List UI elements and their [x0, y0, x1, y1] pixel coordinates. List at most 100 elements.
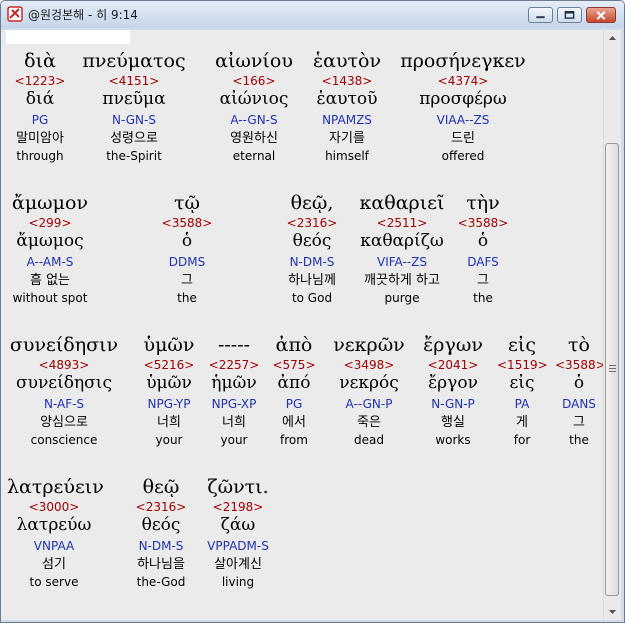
word-token[interactable]: τῷ <3588> ὁ DDMS 그 the	[145, 192, 229, 308]
token-english: the	[473, 291, 493, 305]
word-token[interactable]: ζῶντι. <2198> ζάω VPPADM-S 살아계신 living	[201, 476, 275, 592]
token-greek: ἀπὸ	[275, 334, 313, 356]
word-token[interactable]: συνείδησιν <4893> συνείδησις N-AF-S 양심으로 cons…	[7, 334, 121, 450]
token-strong: <4374>	[437, 74, 489, 88]
word-token[interactable]: ἄμωμον <299> ἄμωμος A--AM-S 흠 없는 without spot	[7, 192, 93, 308]
token-english: the-God	[136, 575, 186, 589]
maximize-icon	[564, 10, 575, 19]
close-icon	[596, 11, 606, 20]
token-english: the	[177, 291, 197, 305]
token-english: himself	[325, 149, 369, 163]
token-greek: καθαριεῖ	[359, 192, 445, 214]
token-strong: <1519>	[497, 358, 548, 372]
word-token[interactable]: ἔργων <2041> ἔργον N-GN-P 행실 works	[415, 334, 491, 450]
word-token[interactable]: ----- <2257> ἡμῶν NPG-XP 너희 your	[205, 334, 263, 450]
word-token[interactable]: θεῷ <2316> θεός N-DM-S 하나님을 the-God	[131, 476, 191, 592]
maximize-button[interactable]	[557, 7, 582, 23]
token-greek: τῷ	[173, 192, 200, 214]
grip-line	[609, 371, 616, 372]
reference-input-box[interactable]	[6, 30, 130, 44]
token-greek: ἑαυτὸν	[312, 50, 382, 72]
token-greek: τὴν	[466, 192, 500, 214]
token-korean: 살아계신	[214, 557, 262, 572]
grip-line	[609, 365, 616, 366]
token-greek: διὰ	[24, 50, 56, 72]
token-korean: 게	[516, 415, 528, 430]
close-button[interactable]	[586, 7, 616, 23]
word-token[interactable]: θεῷ, <2316> θεός N-DM-S 하나님께 to God	[275, 192, 349, 308]
token-lemma: διά	[25, 89, 55, 109]
token-korean: 너희	[222, 415, 246, 430]
token-greek: ὑμῶν	[143, 334, 195, 356]
token-lemma: ἄμωμος	[16, 231, 84, 251]
token-strong: <575>	[272, 358, 316, 372]
word-token[interactable]: εἰς <1519> εἰς PA 게 for	[497, 334, 548, 450]
word-token[interactable]: διὰ <1223> διά PG 말미암아 through	[7, 50, 73, 166]
token-parse: N-AF-S	[43, 397, 85, 411]
token-english: to serve	[29, 575, 79, 589]
vertical-scrollbar[interactable]	[603, 30, 621, 620]
word-token[interactable]: καθαριεῖ <2511> καθαρίζω VIFA--ZS 깨끗하게 하고 pur…	[351, 192, 453, 308]
token-strong: <3588>	[457, 216, 509, 230]
token-korean: 말미암아	[16, 131, 64, 146]
token-greek: ἔργων	[423, 334, 483, 356]
token-lemma: ἑαυτοῦ	[316, 89, 378, 109]
title-bar[interactable]: @원겅본해 - 히 9:14	[1, 1, 624, 28]
minimize-button[interactable]	[528, 7, 553, 23]
token-strong: <5216>	[143, 358, 195, 372]
token-korean: 깨끗하게 하고	[364, 273, 440, 288]
scroll-up-icon[interactable]	[604, 30, 621, 47]
token-greek: νεκρῶν	[333, 334, 405, 356]
token-lemma: προσφέρω	[419, 89, 507, 109]
token-strong: <4151>	[108, 74, 160, 88]
token-strong: <2041>	[427, 358, 479, 372]
word-token[interactable]: πνεύματος <4151> πνεῦμα N-GN-S 성령으로 the-Spiri…	[79, 50, 189, 166]
token-lemma: ἔργον	[428, 373, 478, 393]
scrollbar-thumb[interactable]	[605, 143, 619, 596]
word-token[interactable]: τὸ <3588> ὁ DANS 그 the	[555, 334, 603, 450]
word-token[interactable]: ἑαυτὸν <1438> ἑαυτοῦ NPAMZS 자기를 himself	[305, 50, 389, 166]
token-lemma: εἰς	[509, 373, 535, 393]
token-english: your	[155, 433, 183, 447]
token-parse: N-DM-S	[289, 255, 335, 269]
token-parse: N-DM-S	[138, 539, 184, 553]
token-korean: 그	[477, 273, 489, 288]
token-korean: 영원하신	[230, 131, 278, 146]
token-lemma: αἰώνιος	[219, 89, 289, 109]
token-greek: συνείδησιν	[9, 334, 119, 356]
interlinear-text-area[interactable]: διὰ <1223> διά PG 말미암아 through πνεύματος <4151>…	[1, 30, 603, 620]
token-korean: 너희	[157, 415, 181, 430]
word-token[interactable]: προσήνεγκεν <4374> προσφέρω VIAA--ZS 드린 offer…	[395, 50, 531, 166]
word-token[interactable]: τὴν <3588> ὁ DAFS 그 the	[455, 192, 511, 308]
token-strong: <299>	[28, 216, 72, 230]
token-strong: <3588>	[555, 358, 603, 372]
token-english: dead	[354, 433, 384, 447]
token-parse: DANS	[562, 397, 596, 411]
token-strong: <166>	[232, 74, 276, 88]
word-token[interactable]: ὑμῶν <5216> ὑμῶν NPG-YP 너희 your	[133, 334, 205, 450]
token-strong: <2316>	[135, 500, 187, 514]
token-korean: 양심으로	[40, 415, 88, 430]
word-token[interactable]: ἀπὸ <575> ἀπό PG 에서 from	[269, 334, 319, 450]
token-english: the	[569, 433, 589, 447]
token-lemma: συνείδησις	[16, 373, 112, 393]
word-token[interactable]: νεκρῶν <3498> νεκρός A--GN-P 죽은 dead	[323, 334, 415, 450]
token-greek: θεῷ,	[290, 192, 334, 214]
token-strong: <3498>	[343, 358, 395, 372]
token-lemma: νεκρός	[339, 373, 399, 393]
app-logo-icon	[7, 6, 23, 22]
token-parse: NPG-XP	[211, 397, 257, 411]
word-token[interactable]: αἰωνίου <166> αἰώνιος A--GN-S 영원하신 eternal	[209, 50, 299, 166]
token-korean: 드린	[451, 131, 475, 146]
token-lemma: θεός	[141, 515, 181, 535]
token-english: without spot	[12, 291, 88, 305]
token-lemma: πνεῦμα	[102, 89, 166, 109]
token-english: purge	[384, 291, 420, 305]
token-english: to God	[291, 291, 333, 305]
token-korean: 자기를	[329, 131, 365, 146]
token-strong: <3588>	[161, 216, 213, 230]
token-greek: αἰωνίου	[215, 50, 293, 72]
word-token[interactable]: λατρεύειν <3000> λατρεύω VNPAA 섬기 to serve	[7, 476, 104, 592]
token-korean: 하나님께	[288, 273, 336, 288]
scroll-down-icon[interactable]	[604, 603, 621, 620]
